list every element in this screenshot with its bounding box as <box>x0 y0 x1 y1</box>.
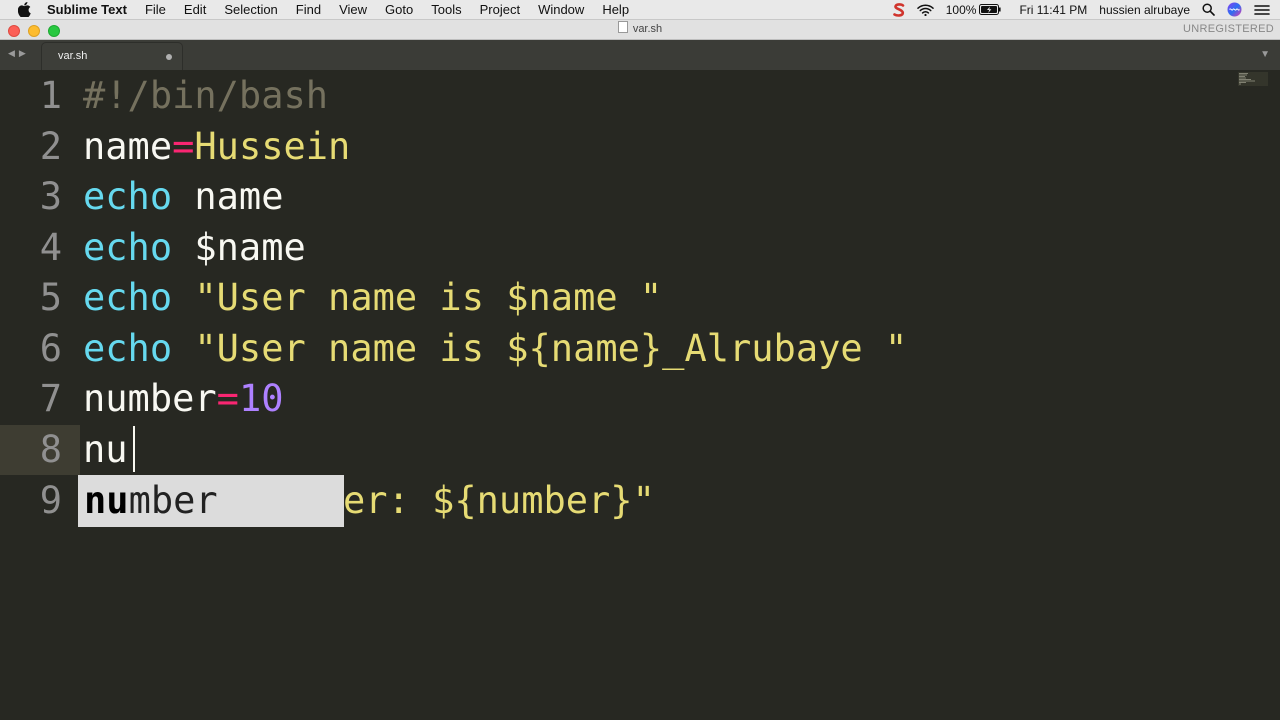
line-number: 2 <box>39 125 62 168</box>
apple-icon[interactable] <box>16 1 33 18</box>
autocomplete-match: nu <box>84 479 129 522</box>
window-title: var.sh <box>0 20 1280 39</box>
sublime-s-icon[interactable] <box>892 2 905 17</box>
line-number: 5 <box>39 276 62 319</box>
typed-text: nu <box>83 428 128 471</box>
window-title-bar: var.sh UNREGISTERED <box>0 20 1280 40</box>
code-line-3: echo name <box>83 171 284 222</box>
echo-keyword: echo <box>83 175 173 218</box>
line-number: 7 <box>39 377 62 420</box>
variable-value: Hussein <box>194 125 351 168</box>
user-name[interactable]: hussien alrubaye <box>1099 3 1190 17</box>
shebang-comment: #!/bin/bash <box>83 74 329 117</box>
code-line-8: nu <box>83 424 128 475</box>
variable-value: 10 <box>238 377 284 420</box>
assign-operator: = <box>216 377 239 420</box>
code-editor[interactable]: 1 2 3 4 5 6 7 8 9 #!/bin/bash name=Husse… <box>0 70 1280 720</box>
code-line-1: #!/bin/bash <box>83 70 328 121</box>
menu-extras: 100% Fri 11:41 PM hussien alrubaye <box>881 0 1270 19</box>
line-number: 3 <box>39 175 62 218</box>
menu-help[interactable]: Help <box>593 0 638 19</box>
code-line-5: echo "User name is $name " <box>83 272 662 323</box>
menu-view[interactable]: View <box>330 0 376 19</box>
arrow-left-icon[interactable]: ◀ <box>8 48 19 58</box>
line-gutter: 1 2 3 4 5 6 7 8 9 <box>0 70 72 720</box>
menu-goto[interactable]: Goto <box>376 0 422 19</box>
echo-string: "User name is ${name}_Alrubaye " <box>172 327 908 370</box>
tab-bar: ◀▶ var.sh ▼ <box>0 40 1280 70</box>
tab-var-sh[interactable]: var.sh <box>42 43 182 70</box>
autocomplete-item[interactable]: number <box>84 475 218 527</box>
autocomplete-rest: mber <box>128 479 218 522</box>
menu-list-icon[interactable] <box>1254 4 1270 16</box>
echo-string-partial: er: ${number}" <box>343 479 655 522</box>
window-title-text: var.sh <box>632 23 663 35</box>
variable-name: number <box>83 377 217 420</box>
echo-keyword: echo <box>83 276 173 319</box>
menu-file[interactable]: File <box>136 0 175 19</box>
variable-name: name <box>83 125 173 168</box>
line-number: 6 <box>39 327 62 370</box>
code-line-6: echo "User name is ${name}_Alrubaye " <box>83 323 907 374</box>
code-line-4: echo $name <box>83 222 306 273</box>
menu-find[interactable]: Find <box>287 0 330 19</box>
line-number: 1 <box>39 74 62 117</box>
menu-bar: Sublime Text File Edit Selection Find Vi… <box>0 0 1280 20</box>
code-line-9: er: ${number}" <box>343 475 655 526</box>
battery-icon[interactable] <box>979 4 1002 15</box>
line-number: 8 <box>39 428 62 471</box>
spotlight-search-icon[interactable] <box>1202 3 1215 16</box>
echo-argument: name <box>172 175 284 218</box>
line-number: 9 <box>39 479 62 522</box>
minimap[interactable] <box>1238 72 1268 86</box>
menu-selection[interactable]: Selection <box>215 0 286 19</box>
unsaved-dot-icon[interactable] <box>166 54 172 60</box>
wifi-icon[interactable] <box>917 4 934 16</box>
echo-keyword: echo <box>83 327 173 370</box>
code-line-2: name=Hussein <box>83 121 350 172</box>
arrow-right-icon[interactable]: ▶ <box>19 48 30 58</box>
assign-operator: = <box>172 125 195 168</box>
autocomplete-popup: number <box>78 475 344 527</box>
echo-keyword: echo <box>83 226 173 269</box>
tab-nav-arrows[interactable]: ◀▶ <box>8 48 30 59</box>
code-line-7: number=10 <box>83 373 284 424</box>
menu-edit[interactable]: Edit <box>175 0 215 19</box>
text-cursor <box>133 426 135 472</box>
menu-tools[interactable]: Tools <box>422 0 470 19</box>
clock[interactable]: Fri 11:41 PM <box>1019 3 1087 17</box>
tab-dropdown-icon[interactable]: ▼ <box>1260 49 1270 60</box>
document-icon <box>617 21 628 33</box>
tab-label: var.sh <box>58 50 88 62</box>
battery-percent: 100% <box>945 2 977 17</box>
license-status: UNREGISTERED <box>1183 23 1274 35</box>
menu-window[interactable]: Window <box>529 0 593 19</box>
menu-project[interactable]: Project <box>471 0 529 19</box>
echo-argument: $name <box>172 226 306 269</box>
siri-icon[interactable] <box>1227 2 1242 17</box>
echo-string: "User name is $name " <box>172 276 663 319</box>
menu-app-name[interactable]: Sublime Text <box>47 0 136 19</box>
line-number: 4 <box>39 226 62 269</box>
